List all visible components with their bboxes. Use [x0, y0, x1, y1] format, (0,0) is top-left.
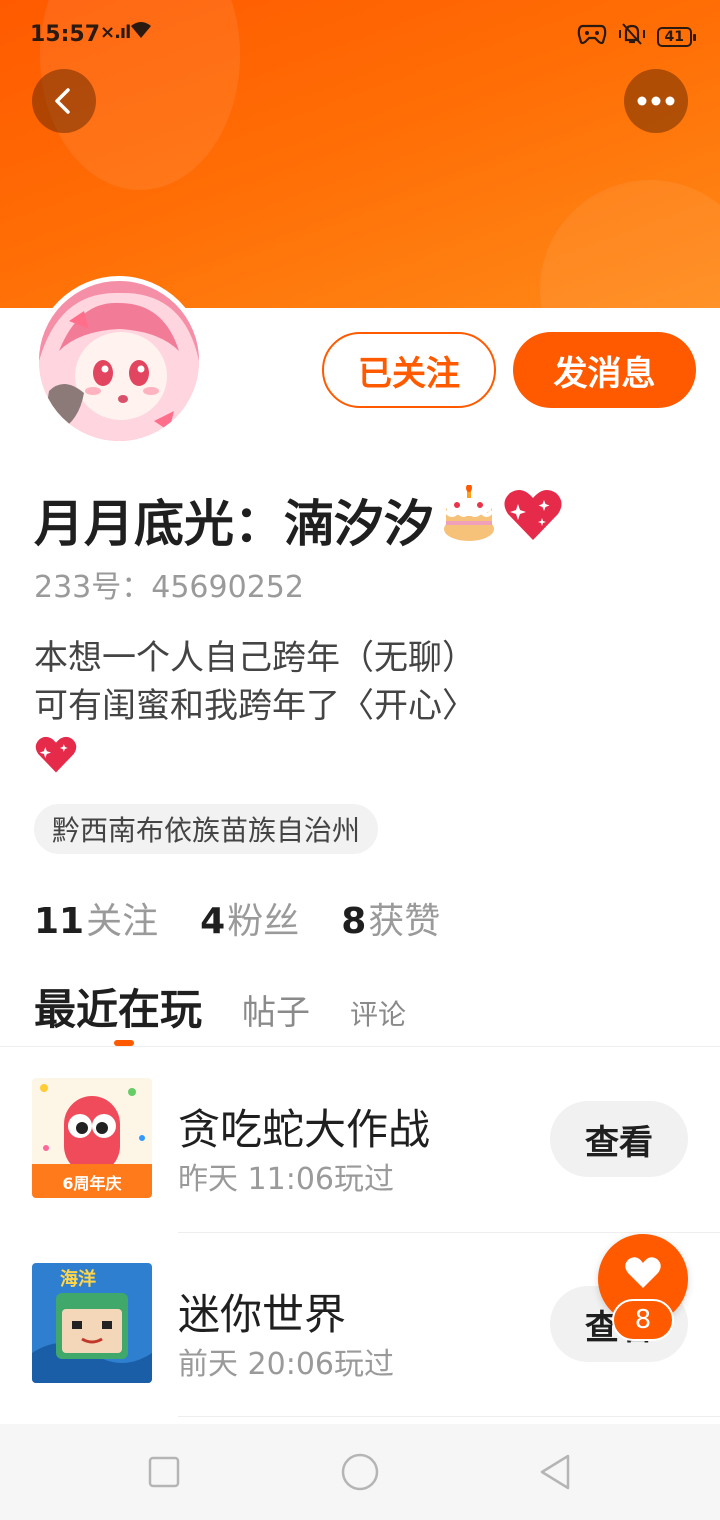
- more-dots-icon: [637, 96, 675, 106]
- square-icon: [148, 1456, 180, 1488]
- game-icon: 6周年庆: [32, 1078, 152, 1198]
- divider: [0, 1046, 720, 1047]
- status-icons-right: 41: [577, 22, 697, 52]
- heart-icon: [625, 1257, 661, 1288]
- system-nav-bar: [0, 1424, 720, 1520]
- gamepad-icon: [577, 23, 607, 51]
- stat-number: 11: [34, 901, 85, 942]
- home-button[interactable]: [340, 1452, 380, 1492]
- wifi-icon: [128, 18, 154, 46]
- sparkle-heart-icon: [502, 486, 564, 554]
- game-icon: 海洋: [32, 1263, 152, 1383]
- recent-apps-button[interactable]: [144, 1452, 184, 1492]
- bio-line: 可有闺蜜和我跨年了〈开心〉: [34, 686, 476, 726]
- tab-posts[interactable]: 帖子: [242, 985, 310, 1034]
- followed-button[interactable]: 已关注: [322, 332, 496, 408]
- bell-vibrate-icon: [617, 22, 647, 52]
- stat-number: 8: [341, 901, 367, 942]
- cake-icon: [442, 484, 496, 555]
- game-title: 贪吃蛇大作战: [178, 1105, 431, 1154]
- avatar-image: [39, 281, 199, 441]
- more-button[interactable]: [624, 69, 688, 133]
- bio: 本想一个人自己跨年（无聊） 可有闺蜜和我跨年了〈开心〉: [34, 634, 476, 730]
- send-message-button[interactable]: 发消息: [513, 332, 696, 408]
- stats-row: 11 关注 4 粉丝 8 获赞: [34, 892, 440, 944]
- status-bar: 15:57 ×.ıl 41: [0, 0, 720, 72]
- list-item[interactable]: 6周年庆 贪吃蛇大作战 昨天 11:06玩过 查看: [0, 1048, 720, 1233]
- profile-name-row: 月月底光：湳汐汐: [34, 484, 564, 556]
- location-tag: 黔西南布依族苗族自治州: [34, 804, 379, 854]
- view-button[interactable]: 查看: [550, 1101, 688, 1177]
- game-played-time: 昨天 11:06玩过: [178, 1162, 394, 1197]
- user-id: 233号：45690252: [34, 570, 304, 605]
- system-back-button[interactable]: [536, 1452, 576, 1492]
- game-played-time: 前天 20:06玩过: [178, 1347, 394, 1382]
- stat-number: 4: [200, 901, 226, 942]
- game-icon-badge: 6周年庆: [62, 1174, 121, 1193]
- game-title: 迷你世界: [178, 1290, 347, 1339]
- signal-icon: ×.ıl: [100, 22, 131, 43]
- tab-comments[interactable]: 评论: [350, 993, 406, 1033]
- stat-fans[interactable]: 4 粉丝: [200, 892, 299, 944]
- sparkle-heart-icon: [34, 734, 78, 778]
- profile-name: 月月底光：湳汐汐: [34, 495, 434, 553]
- tab-recently-played[interactable]: 最近在玩: [34, 976, 202, 1037]
- circle-icon: [341, 1453, 379, 1491]
- divider: [178, 1416, 720, 1417]
- battery-icon: 41: [656, 27, 697, 47]
- banner-decoration: [540, 180, 720, 308]
- avatar[interactable]: [34, 276, 204, 446]
- stat-label: 粉丝: [227, 901, 300, 942]
- profile-tabs: 最近在玩 帖子 评论: [34, 976, 406, 1037]
- like-count-badge: 8: [612, 1299, 674, 1341]
- chevron-left-icon: [55, 88, 70, 114]
- game-icon-badge: 海洋: [60, 1268, 96, 1290]
- triangle-back-icon: [540, 1454, 570, 1490]
- stat-likes[interactable]: 8 获赞: [341, 892, 440, 944]
- back-button[interactable]: [32, 69, 96, 133]
- status-time: 15:57: [30, 22, 101, 47]
- bio-line: 本想一个人自己跨年（无聊）: [34, 638, 476, 678]
- stat-label: 获赞: [368, 901, 441, 942]
- stat-following[interactable]: 11 关注: [34, 892, 158, 944]
- stat-label: 关注: [86, 901, 159, 942]
